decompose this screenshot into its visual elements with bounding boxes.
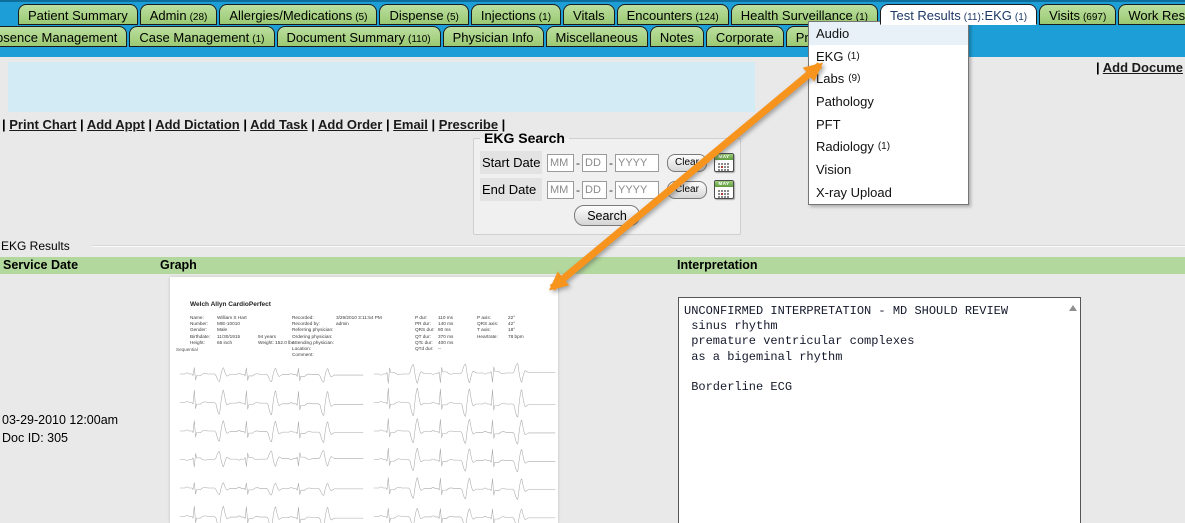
results-header-bar: Service Date Graph Interpretation [0,257,1185,274]
dropdown-menu-item[interactable]: Pathology [809,90,968,113]
chart-tab[interactable]: Physician Info [443,26,544,47]
start-calendar-icon[interactable]: MAY [714,153,734,172]
tab-count: (697) [1083,12,1106,23]
calendar-grid-dots [718,163,720,165]
tab-count: (28) [190,12,208,23]
column-header-service-date: Service Date [3,258,78,272]
start-clear-button[interactable]: Clear [667,154,707,172]
action-link[interactable]: Add Order [318,117,382,132]
start-month-input[interactable] [547,154,574,172]
tab-count: (1) [252,34,264,45]
chart-tab[interactable]: Patient Summary [18,4,138,25]
tab-row-1: Patient Summary Admin(28) Allergies/Medi… [18,4,1185,25]
chart-tab[interactable]: Dispense(5) [379,4,468,25]
dropdown-menu-item[interactable]: Audio [809,22,968,45]
menu-item-count: (1) [847,51,859,62]
chart-tab[interactable]: bsence Management [0,26,127,47]
dropdown-menu-item[interactable]: PFT [809,113,968,136]
menu-item-count: (9) [848,73,860,84]
service-date-cell: 03-29-2010 12:00am Doc ID: 305 [2,411,118,447]
ehr-screen: Patient Summary Admin(28) Allergies/Medi… [0,0,1185,523]
menu-item-count: (1) [878,141,890,152]
action-links-row: | Print Chart | Add Appt | Add Dictation… [2,117,505,132]
dropdown-menu-item[interactable]: Vision [809,158,968,181]
chart-tab[interactable]: Corporate [706,26,784,47]
chart-tab[interactable]: Vitals [563,4,615,25]
date-dash: - [576,183,580,197]
action-link[interactable]: Add Appt [87,117,145,132]
action-link[interactable]: Add Task [250,117,308,132]
start-date-label: Start Date [480,151,542,174]
scroll-up-arrow-icon[interactable] [1069,305,1077,311]
doc-id-value: Doc ID: 305 [2,429,118,447]
column-header-graph: Graph [160,258,197,272]
start-day-input[interactable] [582,154,607,172]
chart-tab[interactable]: Allergies/Medications(5) [219,4,377,25]
chart-tab[interactable]: Visits(697) [1039,4,1116,25]
tab-count: (5) [355,12,367,23]
results-section-title: EKG Results [1,239,70,253]
start-date-row: Start Date - - Clear MAY [480,151,734,174]
top-tab-band: Patient Summary Admin(28) Allergies/Medi… [0,0,1185,57]
chart-tab[interactable]: Encounters(124) [617,4,729,25]
ekg-search-legend: EKG Search [480,130,569,146]
chart-tab[interactable]: Work Restrictions [1118,4,1185,25]
end-clear-button[interactable]: Clear [667,181,707,199]
tab-count: (124) [695,12,718,23]
column-header-interpretation: Interpretation [677,258,758,272]
end-year-input[interactable] [615,181,659,199]
tab-count: (1) [539,12,551,23]
tab-row-2: bsence Management Case Management(1) Doc… [0,26,874,47]
chart-tab[interactable]: Case Management(1) [129,26,274,47]
action-link[interactable]: Print Chart [9,117,76,132]
chart-tab[interactable]: Notes [650,26,704,47]
end-day-input[interactable] [582,181,607,199]
interpretation-textarea[interactable]: UNCONFIRMED INTERPRETATION - MD SHOULD R… [678,297,1081,523]
chart-tab[interactable]: Document Summary(110) [277,26,441,47]
chart-tab[interactable]: Miscellaneous [546,26,648,47]
calendar-grid-dots [718,190,720,192]
end-date-row: End Date - - Clear MAY [480,178,734,201]
end-calendar-icon[interactable]: MAY [714,180,734,199]
tab-count: (11) [964,12,981,23]
ekg-search-fieldset: EKG Search Start Date - - Clear MAY End … [473,130,741,235]
dropdown-menu-item[interactable]: Radiology(1) [809,135,968,158]
test-results-dropdown-menu: Audio EKG(1) Labs(9) Pathology PFT Radio… [808,21,969,205]
patient-banner [8,62,755,112]
search-button[interactable]: Search [574,205,640,226]
date-dash: - [576,156,580,170]
pipe-separator: | [1096,60,1103,75]
tab-count: (110) [408,34,431,45]
chart-tab[interactable]: Test Results(11):EKG(1) [880,4,1037,25]
date-dash: - [609,156,613,170]
tab-count: (1) [1015,12,1027,23]
results-divider [92,245,1185,247]
dropdown-menu-item[interactable]: X-ray Upload [809,181,968,204]
end-month-input[interactable] [547,181,574,199]
dropdown-menu-item[interactable]: Labs(9) [809,67,968,90]
interpretation-text: UNCONFIRMED INTERPRETATION - MD SHOULD R… [684,304,1066,395]
tab-count: (5) [447,12,459,23]
chart-tab[interactable]: Admin(28) [140,4,218,25]
add-document-link[interactable]: Add Docume [1103,60,1183,75]
ekg-report-sheet: Welch Allyn CardioPerfect Name:William S… [170,277,558,523]
chart-tab[interactable]: Injections(1) [471,4,561,25]
dropdown-menu-item[interactable]: EKG(1) [809,45,968,68]
service-date-value: 03-29-2010 12:00am [2,411,118,429]
date-dash: - [609,183,613,197]
action-link[interactable]: Add Dictation [155,117,240,132]
action-link[interactable]: Email [393,117,428,132]
add-document-link-wrap: | Add Docume [1096,60,1183,75]
ekg-waveform-traces [170,277,558,523]
end-date-label: End Date [480,178,542,201]
start-year-input[interactable] [615,154,659,172]
